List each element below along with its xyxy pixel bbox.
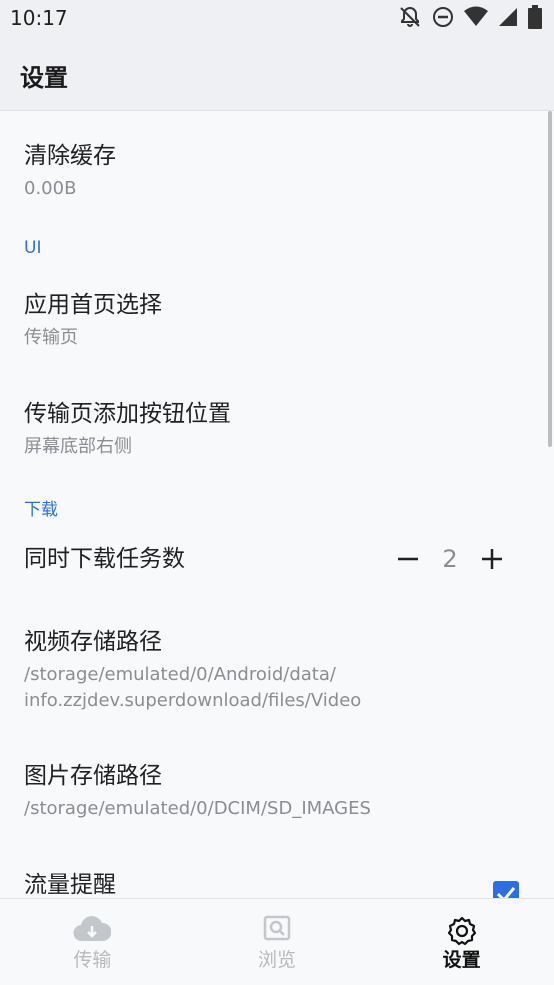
nav-settings-label: 设置 [442,949,481,971]
plus-icon [482,549,502,569]
page-title: 设置 [20,64,68,92]
concurrent-downloads-item: 同时下载任务数 2 [24,541,530,577]
do-not-disturb-icon [432,6,454,32]
data-reminder-checkbox[interactable] [493,881,519,899]
home-page-item[interactable]: 应用首页选择 传输页 [24,285,530,351]
category-ui-header: UI [24,238,42,258]
image-path-item[interactable]: 图片存储路径 /storage/emulated/0/DCIM/SD_IMAGE… [24,756,530,822]
decrement-button[interactable] [394,545,422,573]
image-path-summary: /storage/emulated/0/DCIM/SD_IMAGES [24,798,371,819]
status-time: 10:17 [10,6,68,30]
concurrent-downloads-stepper: 2 [394,541,506,577]
browse-icon [263,915,291,947]
concurrent-downloads-value: 2 [442,545,458,573]
home-page-summary: 传输页 [24,327,78,348]
increment-button[interactable] [478,545,506,573]
category-download-header: 下载 [24,500,58,520]
screen: 10:17 设置 清除缓存 0.00B UI 应用首页选择 传输页 传输页添加按… [0,0,554,985]
add-button-position-item[interactable]: 传输页添加按钮位置 屏幕底部右侧 [24,394,530,460]
nav-browse[interactable]: 浏览 [185,899,370,985]
data-reminder-title: 流量提醒 [24,872,116,898]
cloud-download-icon [73,915,112,947]
image-path-title: 图片存储路径 [24,763,162,789]
scrollbar[interactable] [548,111,552,447]
nav-browse-label: 浏览 [258,949,297,971]
clear-cache-title: 清除缓存 [24,143,116,169]
clear-cache-summary: 0.00B [24,178,77,199]
wifi-icon [464,6,488,32]
status-bar: 10:17 [0,0,554,40]
home-page-title: 应用首页选择 [24,292,162,318]
app-bar: 设置 [0,40,554,111]
status-icons [398,5,542,33]
add-button-position-summary: 屏幕底部右侧 [24,436,132,457]
cellular-signal-icon [498,7,518,31]
data-reminder-item[interactable]: 流量提醒 [24,865,530,899]
video-path-summary-line1: /storage/emulated/0/Android/data/ [24,664,336,685]
minus-icon [398,557,418,561]
nav-transfer[interactable]: 传输 [0,899,185,985]
video-path-summary-line2: info.zzjdev.superdownload/files/Video [24,690,362,711]
video-path-title: 视频存储路径 [24,629,162,655]
nav-transfer-label: 传输 [73,949,112,971]
checkmark-icon [496,887,516,899]
settings-list[interactable]: 清除缓存 0.00B UI 应用首页选择 传输页 传输页添加按钮位置 屏幕底部右… [0,111,554,899]
add-button-position-title: 传输页添加按钮位置 [24,401,231,427]
bottom-nav: 传输 浏览 设置 [0,898,554,985]
nav-settings[interactable]: 设置 [369,899,554,985]
video-path-summary: /storage/emulated/0/Android/data/ info.z… [24,662,530,714]
battery-icon [528,5,542,33]
notifications-off-icon [398,5,422,33]
video-path-item[interactable]: 视频存储路径 /storage/emulated/0/Android/data/… [24,622,530,714]
clear-cache-item[interactable]: 清除缓存 0.00B [24,136,530,202]
